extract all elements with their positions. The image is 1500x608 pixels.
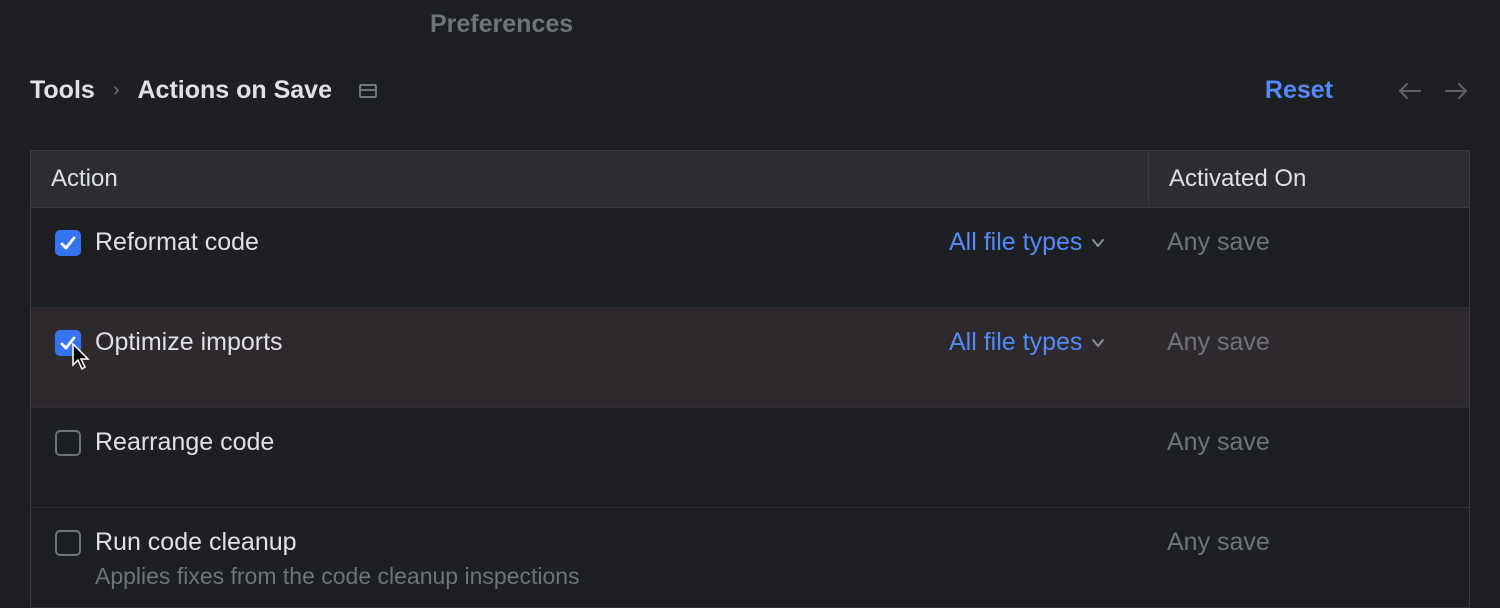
- action-checkbox[interactable]: [55, 430, 81, 456]
- action-cell: Rearrange code: [31, 428, 949, 457]
- column-header-action[interactable]: Action: [31, 151, 1149, 207]
- action-cell: Run code cleanup Applies fixes from the c…: [31, 528, 949, 590]
- action-checkbox[interactable]: [55, 330, 81, 356]
- breadcrumb: Tools › Actions on Save Reset: [30, 76, 1470, 105]
- filetype-dropdown[interactable]: All file types: [949, 228, 1082, 257]
- reset-button[interactable]: Reset: [1265, 76, 1333, 105]
- action-cell: Optimize imports: [31, 328, 949, 357]
- activated-on-cell: Any save: [1149, 528, 1469, 557]
- table-row[interactable]: Optimize imports All file types Any save: [31, 308, 1469, 408]
- action-checkbox[interactable]: [55, 530, 81, 556]
- activated-on-cell: Any save: [1149, 328, 1469, 357]
- action-label: Rearrange code: [95, 428, 274, 457]
- filetypes-cell: All file types: [949, 328, 1149, 357]
- action-description: Applies fixes from the code cleanup insp…: [95, 563, 580, 590]
- table-header: Action Activated On: [31, 151, 1469, 208]
- action-label: Optimize imports: [95, 328, 283, 357]
- page-title: Preferences: [430, 10, 573, 39]
- chevron-right-icon: ›: [113, 79, 120, 102]
- action-cell: Reformat code: [31, 228, 949, 257]
- back-arrow-icon[interactable]: [1396, 78, 1422, 104]
- action-label: Reformat code: [95, 228, 259, 257]
- column-header-activated[interactable]: Activated On: [1149, 151, 1469, 207]
- breadcrumb-current: Actions on Save: [137, 76, 332, 105]
- chevron-down-icon[interactable]: [1090, 235, 1106, 251]
- table-row[interactable]: Reformat code All file types Any save: [31, 208, 1469, 308]
- breadcrumb-parent[interactable]: Tools: [30, 76, 95, 105]
- action-label: Run code cleanup: [95, 528, 580, 557]
- forward-arrow-icon[interactable]: [1444, 78, 1470, 104]
- activated-on-cell: Any save: [1149, 428, 1469, 457]
- chevron-down-icon[interactable]: [1090, 335, 1106, 351]
- filetypes-cell: All file types: [949, 228, 1149, 257]
- table-row[interactable]: Run code cleanup Applies fixes from the c…: [31, 508, 1469, 608]
- layout-icon[interactable]: [358, 81, 378, 101]
- table-row[interactable]: Rearrange code Any save: [31, 408, 1469, 508]
- filetype-dropdown[interactable]: All file types: [949, 328, 1082, 357]
- activated-on-cell: Any save: [1149, 228, 1469, 257]
- action-checkbox[interactable]: [55, 230, 81, 256]
- actions-table: Action Activated On Reformat code All fil…: [30, 150, 1470, 608]
